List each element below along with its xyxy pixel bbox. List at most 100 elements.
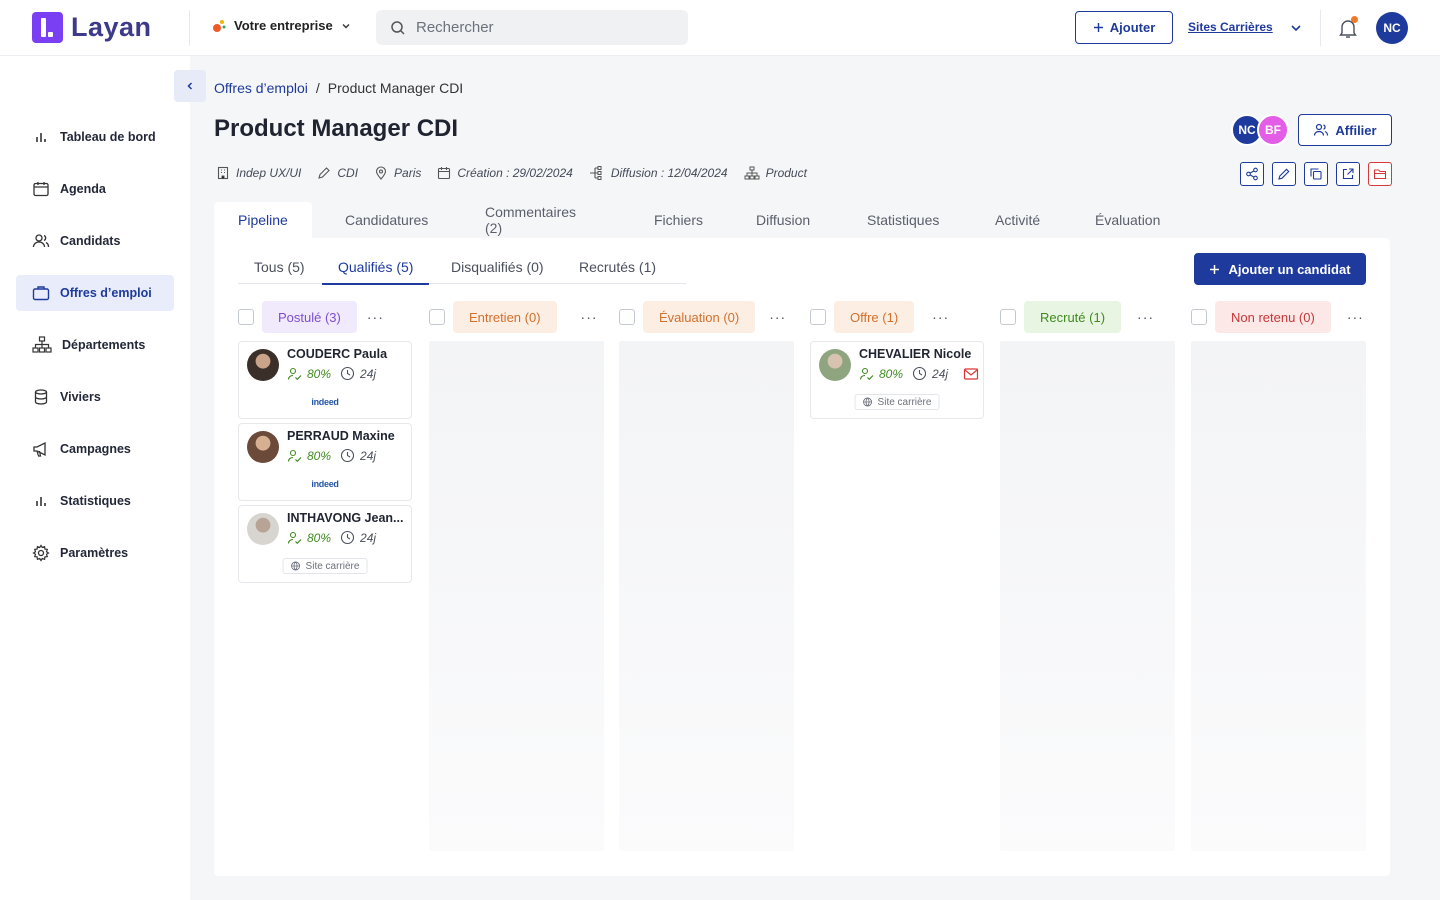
more-options-icon[interactable]: ··· (367, 309, 384, 325)
pencil-icon (1278, 168, 1290, 180)
share-button[interactable] (1240, 162, 1264, 186)
tab-activity[interactable]: Activité (995, 202, 1040, 238)
sidebar-item-campaigns[interactable]: Campagnes (16, 431, 174, 467)
sidebar-item-label: Paramètres (60, 546, 129, 560)
tree-icon (589, 166, 602, 180)
sidebar-item-agenda[interactable]: Agenda (16, 171, 174, 207)
candidate-card[interactable]: PERRAUD Maxine 80% 24j indeed (238, 423, 412, 501)
tab-evaluation[interactable]: Évaluation (1095, 202, 1160, 238)
candidate-score: 80% (307, 530, 332, 545)
app-logo[interactable]: Layan (32, 12, 152, 43)
sidebar-item-label: Candidats (60, 234, 121, 248)
career-sites-link[interactable]: Sites Carrières (1188, 20, 1273, 34)
logo-mark-icon (32, 12, 63, 43)
sidebar-item-label: Agenda (60, 182, 106, 196)
candidate-name: INTHAVONG Jean... (287, 511, 404, 525)
job-meta: Indep UX/UI CDI Paris Création : 29/02/2… (216, 166, 807, 180)
sidebar-item-viviers[interactable]: Viviers (16, 379, 174, 415)
candidate-name: PERRAUD Maxine (287, 429, 395, 443)
search-input[interactable] (416, 19, 666, 36)
stage-label-hired[interactable]: Recruté (1) (1024, 301, 1122, 333)
add-candidate-button[interactable]: Ajouter un candidat (1194, 253, 1366, 285)
stage-label-interview[interactable]: Entretien (0) (453, 301, 557, 333)
source-indeed-logo: indeed (311, 479, 339, 489)
meta-department: Product (744, 166, 807, 180)
divider (189, 10, 190, 46)
duplicate-button[interactable] (1304, 162, 1328, 186)
match-score-icon (859, 367, 874, 380)
stage-column-header: Recruté (1) ··· (1000, 301, 1154, 333)
select-all-checkbox[interactable] (810, 309, 826, 325)
stage-label-offer[interactable]: Offre (1) (834, 301, 915, 333)
sidebar-item-job-offers[interactable]: Offres d’emploi (16, 275, 174, 311)
archive-button[interactable] (1368, 162, 1392, 186)
add-button[interactable]: Ajouter (1075, 11, 1173, 44)
select-all-checkbox[interactable] (619, 309, 635, 325)
sidebar-item-statistics[interactable]: Statistiques (16, 483, 174, 519)
collaborator-avatar[interactable]: BF (1257, 114, 1289, 146)
more-options-icon[interactable]: ··· (769, 309, 786, 325)
tab-diffusion[interactable]: Diffusion (756, 202, 810, 238)
tab-comments[interactable]: Commentaires (2) (485, 202, 576, 238)
sidebar-item-settings[interactable]: Paramètres (16, 535, 174, 571)
filter-qualified[interactable]: Qualifiés (5) (321, 250, 431, 285)
candidate-card[interactable]: INTHAVONG Jean... 80% 24j Site carrière (238, 505, 412, 583)
meta-creation: Création : 29/02/2024 (437, 166, 573, 180)
candidate-card[interactable]: COUDERC Paula 80% 24j indeed (238, 341, 412, 419)
candidate-score: 80% (307, 448, 332, 463)
globe-icon (291, 561, 300, 571)
clock-icon (340, 530, 355, 545)
tab-files[interactable]: Fichiers (654, 202, 703, 238)
select-all-checkbox[interactable] (429, 309, 445, 325)
bar-chart-icon (36, 133, 46, 142)
user-avatar[interactable]: NC (1376, 12, 1408, 44)
stage-label-evaluation[interactable]: Évaluation (0) (643, 301, 756, 333)
filter-disqualified[interactable]: Disqualifiés (0) (451, 250, 544, 284)
select-all-checkbox[interactable] (238, 309, 254, 325)
collapse-sidebar-button[interactable] (174, 70, 206, 102)
candidate-days: 24j (360, 448, 377, 463)
add-button-label: Ajouter (1109, 20, 1156, 35)
more-options-icon[interactable]: ··· (932, 309, 949, 325)
candidate-avatar (247, 431, 279, 463)
more-options-icon[interactable]: ··· (1137, 309, 1154, 325)
open-external-button[interactable] (1336, 162, 1360, 186)
company-selector[interactable]: Votre entreprise (212, 18, 351, 33)
sidebar-item-dashboard[interactable]: Tableau de bord (16, 119, 174, 155)
filter-hired[interactable]: Recrutés (1) (579, 250, 656, 284)
tab-pipeline[interactable]: Pipeline (214, 202, 312, 238)
chevron-down-icon[interactable] (1290, 23, 1302, 33)
sidebar-item-label: Départements (62, 338, 146, 352)
pipeline-panel: Tous (5) Qualifiés (5) Disqualifiés (0) … (214, 238, 1390, 876)
database-icon (34, 389, 48, 405)
candidate-name: COUDERC Paula (287, 347, 388, 361)
notifications-button[interactable] (1336, 16, 1360, 40)
select-all-checkbox[interactable] (1191, 309, 1207, 325)
sidebar-item-candidats[interactable]: Candidats (16, 223, 174, 259)
select-all-checkbox[interactable] (1000, 309, 1016, 325)
stage-label-rejected[interactable]: Non retenu (0) (1215, 301, 1331, 333)
candidate-card[interactable]: CHEVALIER Nicole 80% 24j Site carrière (810, 341, 984, 419)
stage-label-applied[interactable]: Postulé (3) (262, 301, 357, 333)
calendar-icon (33, 182, 49, 197)
megaphone-icon (33, 441, 46, 457)
stage-column-header: Postulé (3) ··· (238, 301, 384, 333)
mail-icon[interactable] (963, 367, 979, 381)
divider (1320, 10, 1321, 46)
candidate-avatar (247, 513, 279, 545)
plus-icon (1210, 264, 1220, 274)
candidate-score: 80% (307, 366, 332, 381)
breadcrumb-parent-link[interactable]: Offres d’emploi (214, 80, 308, 96)
tab-candidatures[interactable]: Candidatures (345, 202, 428, 238)
edit-button[interactable] (1272, 162, 1296, 186)
affilier-button[interactable]: Affilier (1298, 114, 1392, 146)
filter-all[interactable]: Tous (5) (254, 250, 305, 284)
search-box[interactable] (376, 10, 688, 45)
more-options-icon[interactable]: ··· (1347, 309, 1364, 325)
company-name: Votre entreprise (234, 18, 333, 33)
tab-statistics[interactable]: Statistiques (867, 202, 939, 238)
plus-icon (1093, 23, 1103, 32)
more-options-icon[interactable]: ··· (581, 309, 598, 325)
stage-column-body (1000, 341, 1175, 851)
sidebar-item-departments[interactable]: Départements (16, 327, 174, 363)
